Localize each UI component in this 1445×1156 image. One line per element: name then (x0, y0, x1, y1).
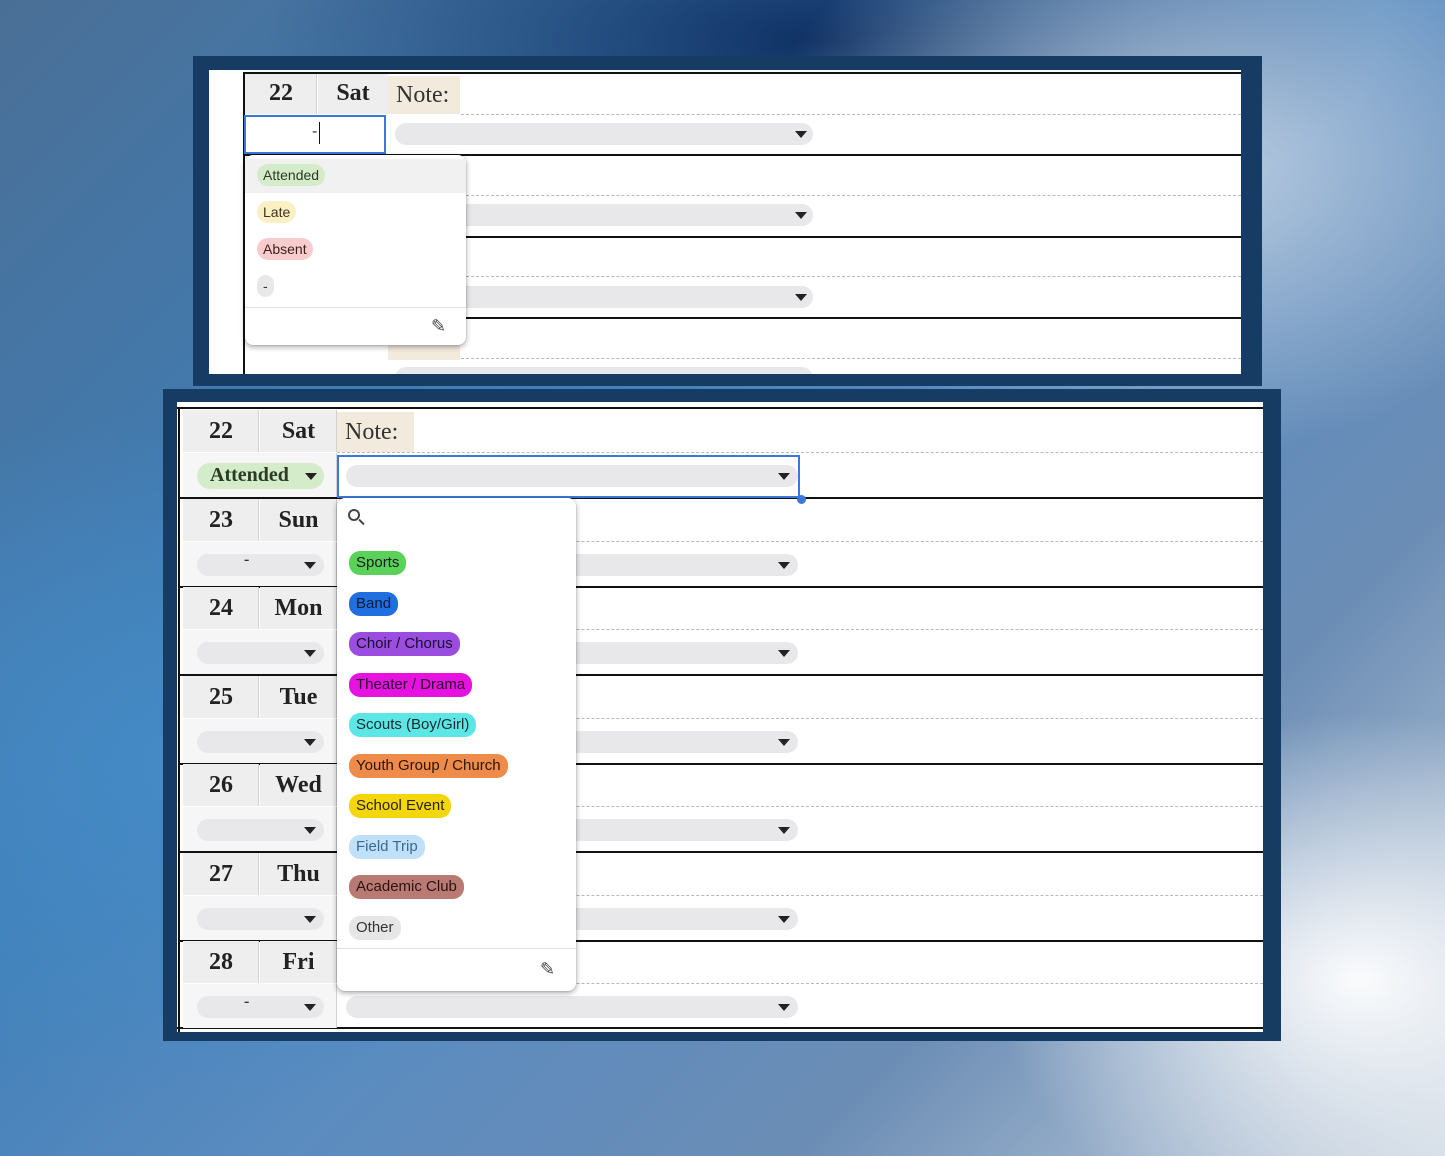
status-input-value: - (312, 123, 318, 140)
day-number: 28 (209, 949, 233, 975)
chevron-down-icon (305, 473, 317, 480)
chevron-down-icon (304, 739, 316, 746)
status-option-dash[interactable]: - (257, 275, 274, 297)
chevron-down-icon (778, 650, 790, 657)
chevron-down-icon (304, 827, 316, 834)
chevron-down-icon (304, 562, 316, 569)
day-name: Sat (281, 418, 316, 444)
status-option-attended[interactable]: Attended (257, 164, 326, 186)
chevron-down-icon (795, 212, 807, 219)
day-number: 25 (209, 684, 233, 710)
status-option-absent[interactable]: Absent (257, 238, 313, 260)
day-name: Mon (274, 595, 323, 621)
activity-dropdown-selected[interactable] (337, 455, 800, 498)
activity-option-sports[interactable]: Sports (349, 551, 407, 575)
status-chip[interactable]: Attended (197, 463, 324, 489)
day-number: 26 (209, 772, 233, 798)
chevron-down-icon (795, 294, 807, 301)
activity-option-other[interactable]: Other (349, 916, 401, 940)
chevron-down-icon (778, 1004, 790, 1011)
chevron-down-icon (778, 827, 790, 834)
status-option-late[interactable]: Late (257, 201, 297, 223)
note-label: Note: (388, 76, 460, 114)
activity-option-youth-group-church[interactable]: Youth Group / Church (349, 754, 508, 778)
chevron-down-icon (778, 739, 790, 746)
day-number: 24 (209, 595, 233, 621)
chevron-down-icon (778, 916, 790, 923)
activity-option-scouts-boy-girl[interactable]: Scouts (Boy/Girl) (349, 713, 477, 737)
status-dropdown-menu: Attended Late Absent - ✎ (245, 155, 466, 345)
activity-dropdown[interactable] (346, 996, 798, 1018)
note-label: Note: (337, 412, 414, 452)
chevron-down-icon (304, 916, 316, 923)
chevron-down-icon (778, 562, 790, 569)
day-number: 23 (209, 507, 233, 533)
day-number: 22 (269, 80, 293, 106)
activity-option-choir-chorus[interactable]: Choir / Chorus (349, 632, 460, 656)
activity-option-school-event[interactable]: School Event (349, 794, 452, 818)
activity-dropdown-menu: Sports Band Choir / Chorus Theater / Drama S… (337, 498, 576, 991)
status-value: - (244, 551, 250, 568)
chevron-down-icon (304, 650, 316, 657)
chevron-down-icon (795, 131, 807, 138)
day-name: Sat (336, 80, 370, 106)
status-value: - (244, 993, 250, 1010)
day-name: Wed (275, 772, 322, 798)
day-name: Sun (278, 507, 319, 533)
status-input[interactable]: - (244, 115, 386, 154)
note-dropdown[interactable] (395, 123, 813, 145)
day-name: Tue (279, 684, 318, 710)
day-name: Fri (282, 949, 315, 975)
chevron-down-icon (304, 1004, 316, 1011)
activity-option-theater-drama[interactable]: Theater / Drama (349, 673, 473, 697)
day-name: Thu (277, 861, 320, 887)
day-number: 22 (209, 418, 233, 444)
activity-option-field-trip[interactable]: Field Trip (349, 835, 425, 859)
pencil-icon[interactable]: ✎ (540, 959, 555, 980)
pencil-icon[interactable]: ✎ (431, 316, 446, 337)
status-chip-label: Attended (210, 464, 289, 486)
activity-option-band[interactable]: Band (349, 592, 399, 616)
day-number: 27 (209, 861, 233, 887)
activity-option-academic-club[interactable]: Academic Club (349, 875, 464, 899)
